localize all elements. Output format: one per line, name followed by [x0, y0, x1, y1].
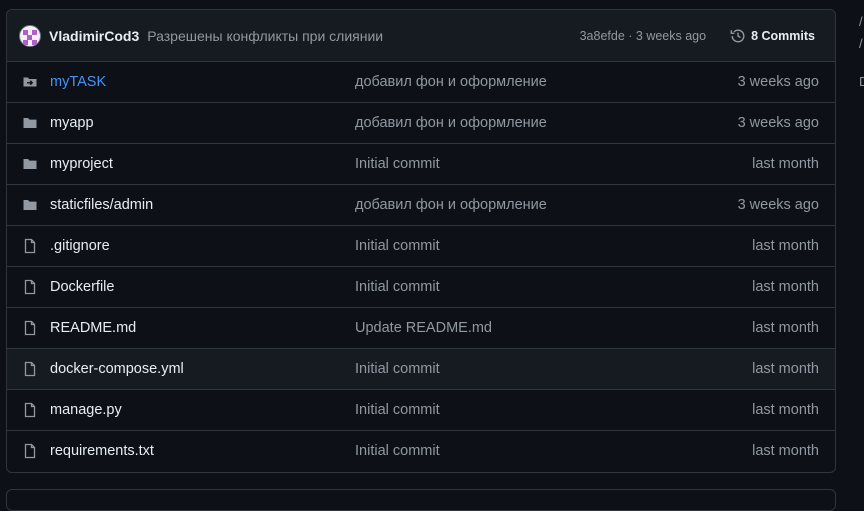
- file-name-link[interactable]: .gitignore: [50, 238, 355, 254]
- file-commit-date: last month: [752, 320, 819, 336]
- folder-icon: [22, 197, 40, 213]
- file-commit-message-link[interactable]: Initial commit: [355, 443, 752, 459]
- file-submodule-icon: [22, 74, 40, 90]
- file-commit-message-link[interactable]: Initial commit: [355, 279, 752, 295]
- file-icon: [22, 279, 40, 295]
- file-row[interactable]: docker-compose.yml Initial commit last mon…: [7, 348, 835, 389]
- file-row[interactable]: myapp добавил фон и оформление 3 weeks ago: [7, 102, 835, 143]
- file-name-link[interactable]: myapp: [50, 115, 355, 131]
- file-row[interactable]: README.md Update README.md last month: [7, 307, 835, 348]
- file-commit-message-link[interactable]: Initial commit: [355, 156, 752, 172]
- file-icon: [22, 361, 40, 377]
- file-name-link[interactable]: manage.py: [50, 402, 355, 418]
- file-name-link[interactable]: myproject: [50, 156, 355, 172]
- sidebar-fragment: /: [859, 14, 863, 29]
- file-commit-date: 3 weeks ago: [737, 115, 819, 131]
- file-name-link[interactable]: myTASK: [50, 74, 355, 90]
- commit-sha-time[interactable]: 3a8efde · 3 weeks ago: [580, 29, 706, 43]
- file-name-link[interactable]: README.md: [50, 320, 355, 336]
- file-row[interactable]: staticfiles/admin добавил фон и оформлени…: [7, 184, 835, 225]
- file-commit-message-link[interactable]: добавил фон и оформление: [355, 115, 738, 131]
- file-commit-date: last month: [752, 156, 819, 172]
- file-icon: [22, 320, 40, 336]
- sidebar-fragment: /: [859, 36, 863, 51]
- file-row[interactable]: manage.py Initial commit last month: [7, 389, 835, 430]
- file-name-link[interactable]: requirements.txt: [50, 443, 355, 459]
- file-commit-message-link[interactable]: Update README.md: [355, 320, 752, 336]
- file-commit-date: last month: [752, 238, 819, 254]
- sidebar-fragment: D: [859, 74, 864, 89]
- file-row[interactable]: myTASK добавил фон и оформление 3 weeks ag…: [7, 62, 835, 102]
- file-commit-date: last month: [752, 279, 819, 295]
- readme-panel: [6, 489, 836, 511]
- commits-history-button[interactable]: 8 Commits: [722, 24, 823, 48]
- history-icon: [730, 29, 745, 42]
- latest-commit-bar: VladimirCod3 Разрешены конфликты при сли…: [7, 10, 835, 62]
- file-commit-message-link[interactable]: Initial commit: [355, 402, 752, 418]
- commits-count-label: 8 Commits: [751, 28, 815, 43]
- file-icon: [22, 443, 40, 459]
- file-commit-date: 3 weeks ago: [737, 74, 819, 90]
- folder-icon: [22, 115, 40, 131]
- file-commit-date: last month: [752, 443, 819, 459]
- file-commit-date: 3 weeks ago: [737, 197, 819, 213]
- author-avatar[interactable]: [19, 24, 41, 47]
- file-commit-message-link[interactable]: Initial commit: [355, 361, 752, 377]
- file-row[interactable]: requirements.txt Initial commit last month: [7, 430, 835, 471]
- file-commit-message-link[interactable]: Initial commit: [355, 238, 752, 254]
- file-row[interactable]: Dockerfile Initial commit last month: [7, 266, 835, 307]
- file-commit-date: last month: [752, 361, 819, 377]
- file-list: myTASK добавил фон и оформление 3 weeks ag…: [7, 62, 835, 471]
- file-browser: VladimirCod3 Разрешены конфликты при сли…: [6, 9, 836, 473]
- file-name-link[interactable]: Dockerfile: [50, 279, 355, 295]
- file-name-link[interactable]: staticfiles/admin: [50, 197, 355, 213]
- file-row[interactable]: myproject Initial commit last month: [7, 143, 835, 184]
- file-name-link[interactable]: docker-compose.yml: [50, 361, 355, 377]
- file-commit-date: last month: [752, 402, 819, 418]
- folder-icon: [22, 156, 40, 172]
- file-icon: [22, 402, 40, 418]
- commit-message-link[interactable]: Разрешены конфликты при слиянии: [147, 28, 579, 44]
- file-commit-message-link[interactable]: добавил фон и оформление: [355, 74, 738, 90]
- file-row[interactable]: .gitignore Initial commit last month: [7, 225, 835, 266]
- file-commit-message-link[interactable]: добавил фон и оформление: [355, 197, 738, 213]
- file-icon: [22, 238, 40, 254]
- commit-author-link[interactable]: VladimirCod3: [49, 28, 139, 44]
